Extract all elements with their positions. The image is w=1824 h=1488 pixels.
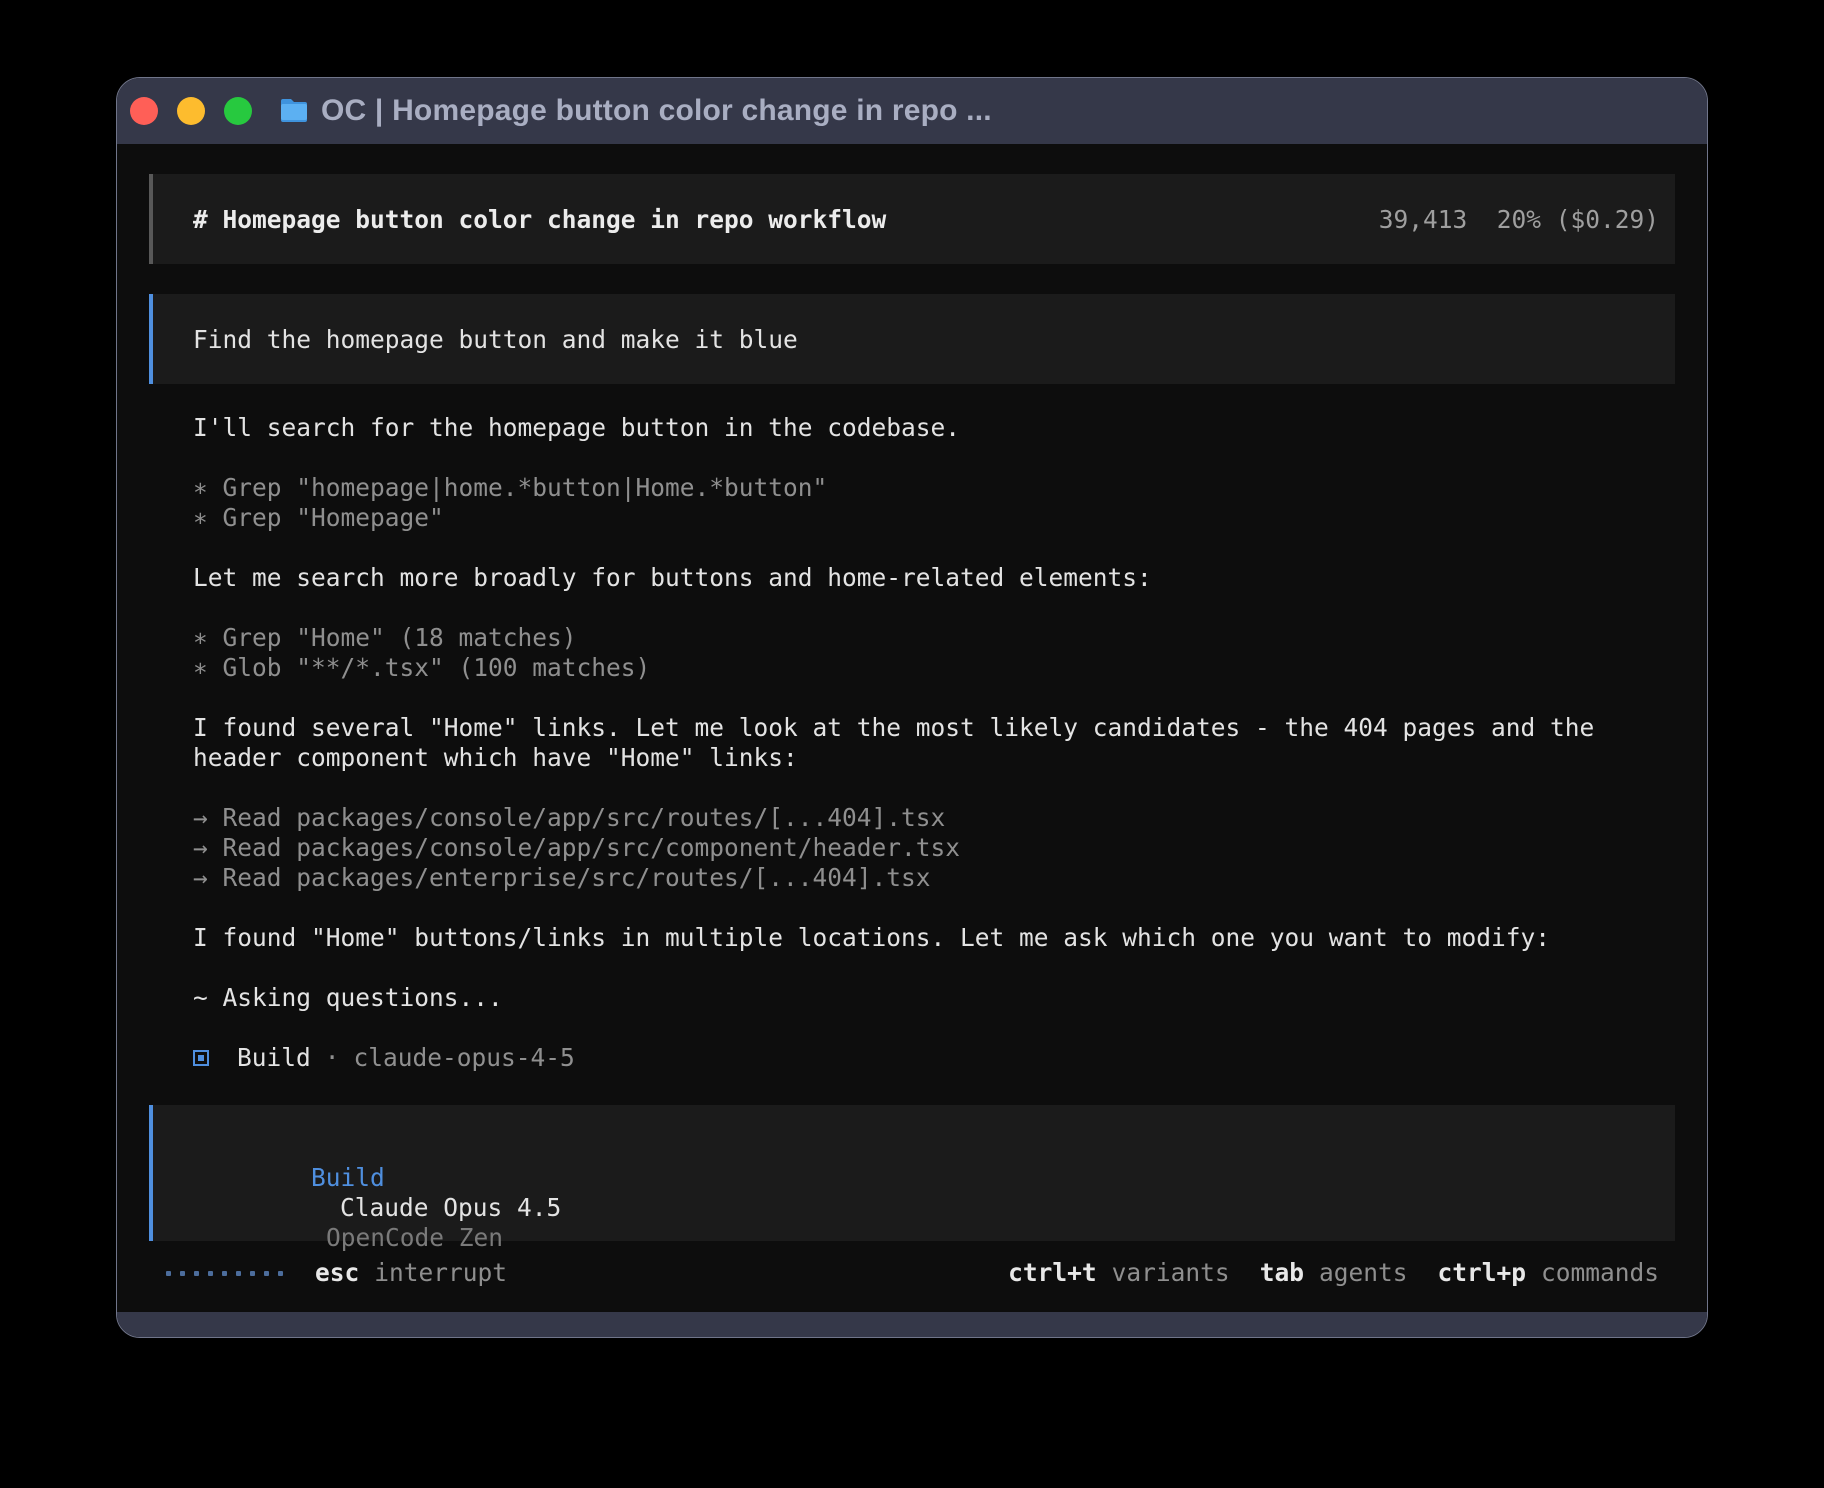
user-message-text: Find the homepage button and make it blu… <box>193 325 798 354</box>
keybind-hints: ctrl+t variants tab agents ctrl+p comman… <box>978 1258 1659 1288</box>
hint-variants: ctrl+t variants <box>1008 1258 1230 1288</box>
tab-key-label: agents <box>1319 1258 1408 1288</box>
input-provider-label: OpenCode Zen <box>326 1223 503 1252</box>
spinner-dots <box>166 1271 283 1276</box>
assistant-text: I found several "Home" links. Let me loo… <box>193 713 1675 743</box>
tool-call-grep: ∗ Grep "Homepage" <box>193 503 1675 533</box>
terminal-content: # Homepage button color change in repo w… <box>117 144 1707 1312</box>
window-titlebar[interactable]: OC | Homepage button color change in rep… <box>117 78 1707 144</box>
assistant-text: I found "Home" buttons/links in multiple… <box>193 923 1675 953</box>
hint-agents: tab agents <box>1260 1258 1408 1288</box>
window-title: OC | Homepage button color change in rep… <box>321 94 992 128</box>
assistant-messages: I'll search for the homepage button in t… <box>149 413 1675 1073</box>
agent-model: claude-opus-4-5 <box>354 1043 575 1073</box>
tool-call-grep: ∗ Grep "Home" (18 matches) <box>193 623 1675 653</box>
separator-dot: · <box>325 1043 340 1073</box>
tool-call-read: → Read packages/enterprise/src/routes/[.… <box>193 863 1675 893</box>
prompt-input[interactable]: Build Claude Opus 4.5 OpenCode Zen <box>149 1105 1675 1241</box>
tool-call-grep: ∗ Grep "homepage|home.*button|Home.*butt… <box>193 473 1675 503</box>
terminal-window: OC | Homepage button color change in rep… <box>116 77 1708 1338</box>
tool-call-read: → Read packages/console/app/src/routes/[… <box>193 803 1675 833</box>
ctrl-t-key-label: variants <box>1112 1258 1230 1288</box>
hint-commands: ctrl+p commands <box>1437 1258 1659 1288</box>
assistant-working-text: ~ Asking questions... <box>193 983 1675 1013</box>
ctrl-p-key-hint: ctrl+p <box>1437 1258 1526 1288</box>
assistant-text: Let me search more broadly for buttons a… <box>193 563 1675 593</box>
user-message-block: Find the homepage button and make it blu… <box>149 294 1675 384</box>
session-stats: 39,413 20% ($0.29) <box>1379 205 1659 234</box>
input-model-label[interactable]: Claude Opus 4.5 <box>340 1193 561 1222</box>
session-title: # Homepage button color change in repo w… <box>193 205 886 234</box>
assistant-text: I'll search for the homepage button in t… <box>193 413 1675 443</box>
ctrl-t-key-hint: ctrl+t <box>1008 1258 1097 1288</box>
window-bottom-chrome <box>117 1312 1707 1337</box>
tool-call-read: → Read packages/console/app/src/componen… <box>193 833 1675 863</box>
agent-status-line: Build · claude-opus-4-5 <box>193 1043 1675 1073</box>
ctrl-p-key-label: commands <box>1541 1258 1659 1288</box>
traffic-lights <box>130 97 271 125</box>
build-agent-icon <box>193 1050 209 1066</box>
assistant-text: header component which have "Home" links… <box>193 743 1675 773</box>
esc-key-hint: esc <box>315 1258 359 1288</box>
desktop-background: { "colors":{ "accent":"#4f8fdf","chrome"… <box>0 0 1824 1488</box>
zoom-window-button[interactable] <box>224 97 252 125</box>
folder-icon <box>279 98 309 124</box>
tool-call-glob: ∗ Glob "**/*.tsx" (100 matches) <box>193 653 1675 683</box>
esc-key-label: interrupt <box>374 1258 507 1288</box>
session-header: # Homepage button color change in repo w… <box>149 174 1675 264</box>
close-window-button[interactable] <box>130 97 158 125</box>
tab-key-hint: tab <box>1260 1258 1304 1288</box>
input-mode-label[interactable]: Build <box>311 1163 385 1192</box>
minimize-window-button[interactable] <box>177 97 205 125</box>
agent-name: Build <box>237 1043 311 1073</box>
